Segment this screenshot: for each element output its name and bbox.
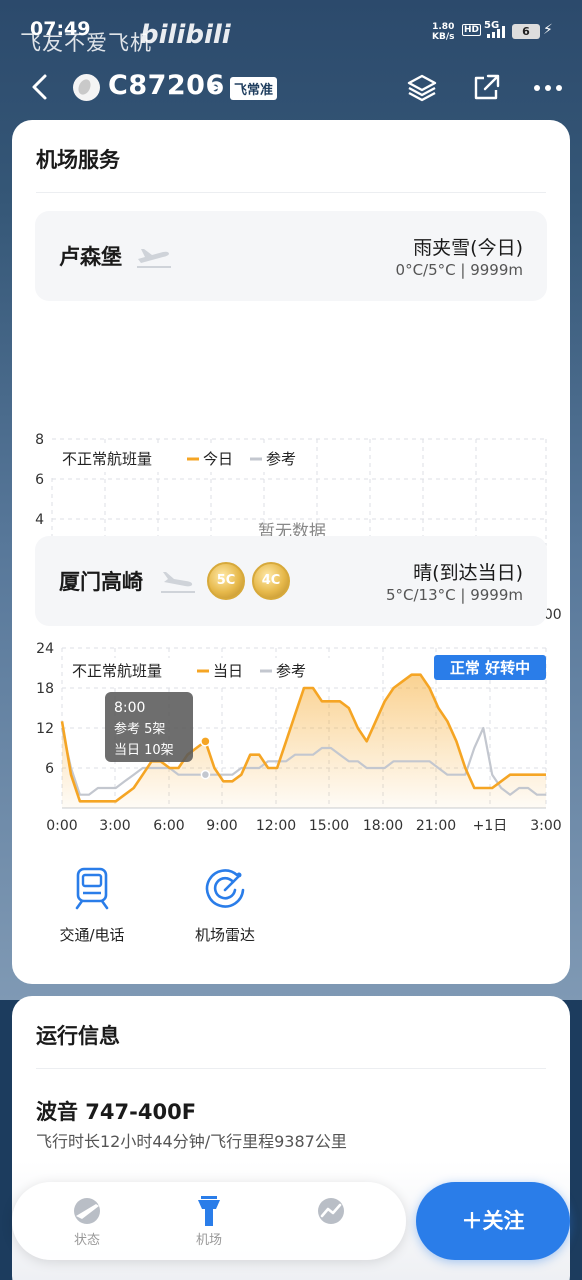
arrival-weather-detail: 5°C/13°C | 9999m — [385, 586, 523, 604]
plane-globe-icon — [74, 1198, 100, 1224]
follow-button[interactable]: ＋关注 — [416, 1182, 570, 1260]
departure-weather-condition: 雨夹雪(今日) — [413, 237, 523, 259]
chart-tooltip: 8:00 参考 5架 当日 10架 — [105, 692, 193, 762]
service-transport[interactable]: 交通/电话 — [42, 866, 142, 945]
nav-item-airport[interactable]: 机场 — [169, 1194, 249, 1248]
y-tick: 8 — [35, 432, 44, 448]
y-tick: 6 — [35, 472, 44, 488]
y-tick: 4 — [35, 512, 44, 528]
signal-icon — [487, 26, 505, 38]
y-tick: 18 — [36, 681, 54, 697]
hd-icon: HD — [462, 24, 482, 36]
departure-airport-name: 卢森堡 — [59, 245, 122, 269]
arrival-weather[interactable]: 厦门高崎 5C 4C 晴(到达当日) 5°C/13°C | 9999m — [35, 536, 547, 626]
x-tick: 15:00 — [309, 818, 349, 834]
train-icon — [75, 867, 109, 910]
divider — [36, 192, 546, 193]
status-badge-text: 正常 好转中 — [450, 659, 530, 677]
tower-icon — [198, 1196, 220, 1226]
legend-ref: 参考 — [276, 662, 306, 680]
charging-icon: ⚡ — [543, 22, 553, 38]
service-label: 交通/电话 — [59, 926, 125, 944]
tooltip-today: 当日 10架 — [114, 743, 174, 758]
departure-weather[interactable]: 卢森堡 雨夹雪(今日) 0°C/5°C | 9999m — [35, 211, 547, 301]
battery-icon: 6 — [512, 24, 540, 39]
legend-today: 当日 — [213, 662, 243, 680]
service-radar[interactable]: 机场雷达 — [175, 866, 275, 945]
legend-ref: 参考 — [266, 450, 296, 468]
back-icon[interactable] — [28, 72, 52, 102]
nav-label: 机场 — [195, 1233, 222, 1248]
departure-weather-detail: 0°C/5°C | 9999m — [395, 261, 523, 279]
x-tick: 18:00 — [363, 818, 403, 834]
x-tick: 3:00 — [99, 818, 130, 834]
legend-title: 不正常航班量 — [72, 662, 162, 680]
service-label: 机场雷达 — [194, 926, 255, 944]
flight-number[interactable]: C87206 — [108, 70, 225, 101]
card-title: 机场服务 — [36, 148, 120, 172]
x-tick: 12:00 — [256, 818, 296, 834]
radar-icon — [205, 869, 245, 908]
x-axis-ticks: 0:00 3:00 6:00 9:00 12:00 15:00 18:00 21:00 +1日 3… — [46, 818, 561, 834]
flight-header: C87206 ▸ 飞常准 — [0, 62, 582, 118]
medal-5c-icon: 5C — [207, 562, 245, 600]
watermark-text: 飞友不爱飞机 — [20, 31, 152, 55]
x-tick: 3:00 — [530, 818, 561, 834]
legend-title: 不正常航班量 — [62, 450, 152, 468]
x-tick: +1日 — [473, 818, 508, 834]
arrival-weather-condition: 晴(到达当日) — [413, 562, 523, 584]
card-title: 运行信息 — [36, 1024, 120, 1048]
bilibili-logo: bilibili — [140, 20, 231, 50]
aircraft-type: 波音 747-400F — [36, 1100, 197, 1124]
net-speed-value: 1.80 — [432, 22, 455, 32]
tooltip-ref: 参考 5架 — [114, 721, 165, 737]
net-speed: 1.80 KB/s — [432, 22, 454, 42]
y-tick: 12 — [36, 721, 54, 737]
tooltip-time: 8:00 — [114, 700, 145, 716]
brand-badge: 飞常准 — [230, 77, 278, 100]
arrival-airport-name: 厦门高崎 — [59, 570, 143, 594]
nav-label: 状态 — [73, 1233, 100, 1248]
divider — [36, 1068, 546, 1069]
airline-logo — [73, 74, 100, 101]
landing-icon — [161, 572, 195, 593]
trend-icon — [318, 1198, 344, 1224]
x-tick: 0:00 — [46, 818, 77, 834]
takeoff-icon — [137, 249, 171, 268]
y-axis-ticks: 24 18 12 6 — [36, 641, 54, 777]
layers-icon[interactable] — [406, 72, 438, 104]
more-icon[interactable] — [532, 72, 564, 104]
y-tick: 6 — [45, 761, 54, 777]
airport-service-card: 机场服务 卢森堡 雨夹雪(今日) 0°C/5°C | 9999m 8 6 4 2… — [12, 120, 570, 984]
x-tick: 6:00 — [153, 818, 184, 834]
y-tick: 24 — [36, 641, 54, 657]
flight-switch-icon[interactable]: ▸ — [211, 77, 219, 96]
aircraft-detail: 飞行时长12小时44分钟/飞行里程9387公里 — [36, 1132, 347, 1151]
x-tick: 9:00 — [206, 818, 237, 834]
net-speed-unit: KB/s — [432, 32, 455, 42]
legend-today: 今日 — [203, 450, 233, 468]
nav-item-status[interactable]: 状态 — [47, 1194, 127, 1248]
highlight-point-today[interactable] — [200, 736, 211, 747]
x-tick: 21:00 — [416, 818, 456, 834]
share-icon[interactable] — [470, 72, 502, 104]
medal-4c-icon: 4C — [252, 562, 290, 600]
arrival-delay-chart: 24 18 12 6 0:00 3:00 6:00 9:00 12:00 15:00 18:… — [36, 641, 562, 834]
highlight-point-ref[interactable] — [200, 769, 211, 780]
status-bar: 07:49 飞友不爱飞机 bilibili 1.80 KB/s HD 5G 6 … — [0, 0, 582, 62]
nav-item-trend[interactable] — [291, 1194, 371, 1229]
bottom-nav: 状态 机场 — [12, 1182, 406, 1260]
